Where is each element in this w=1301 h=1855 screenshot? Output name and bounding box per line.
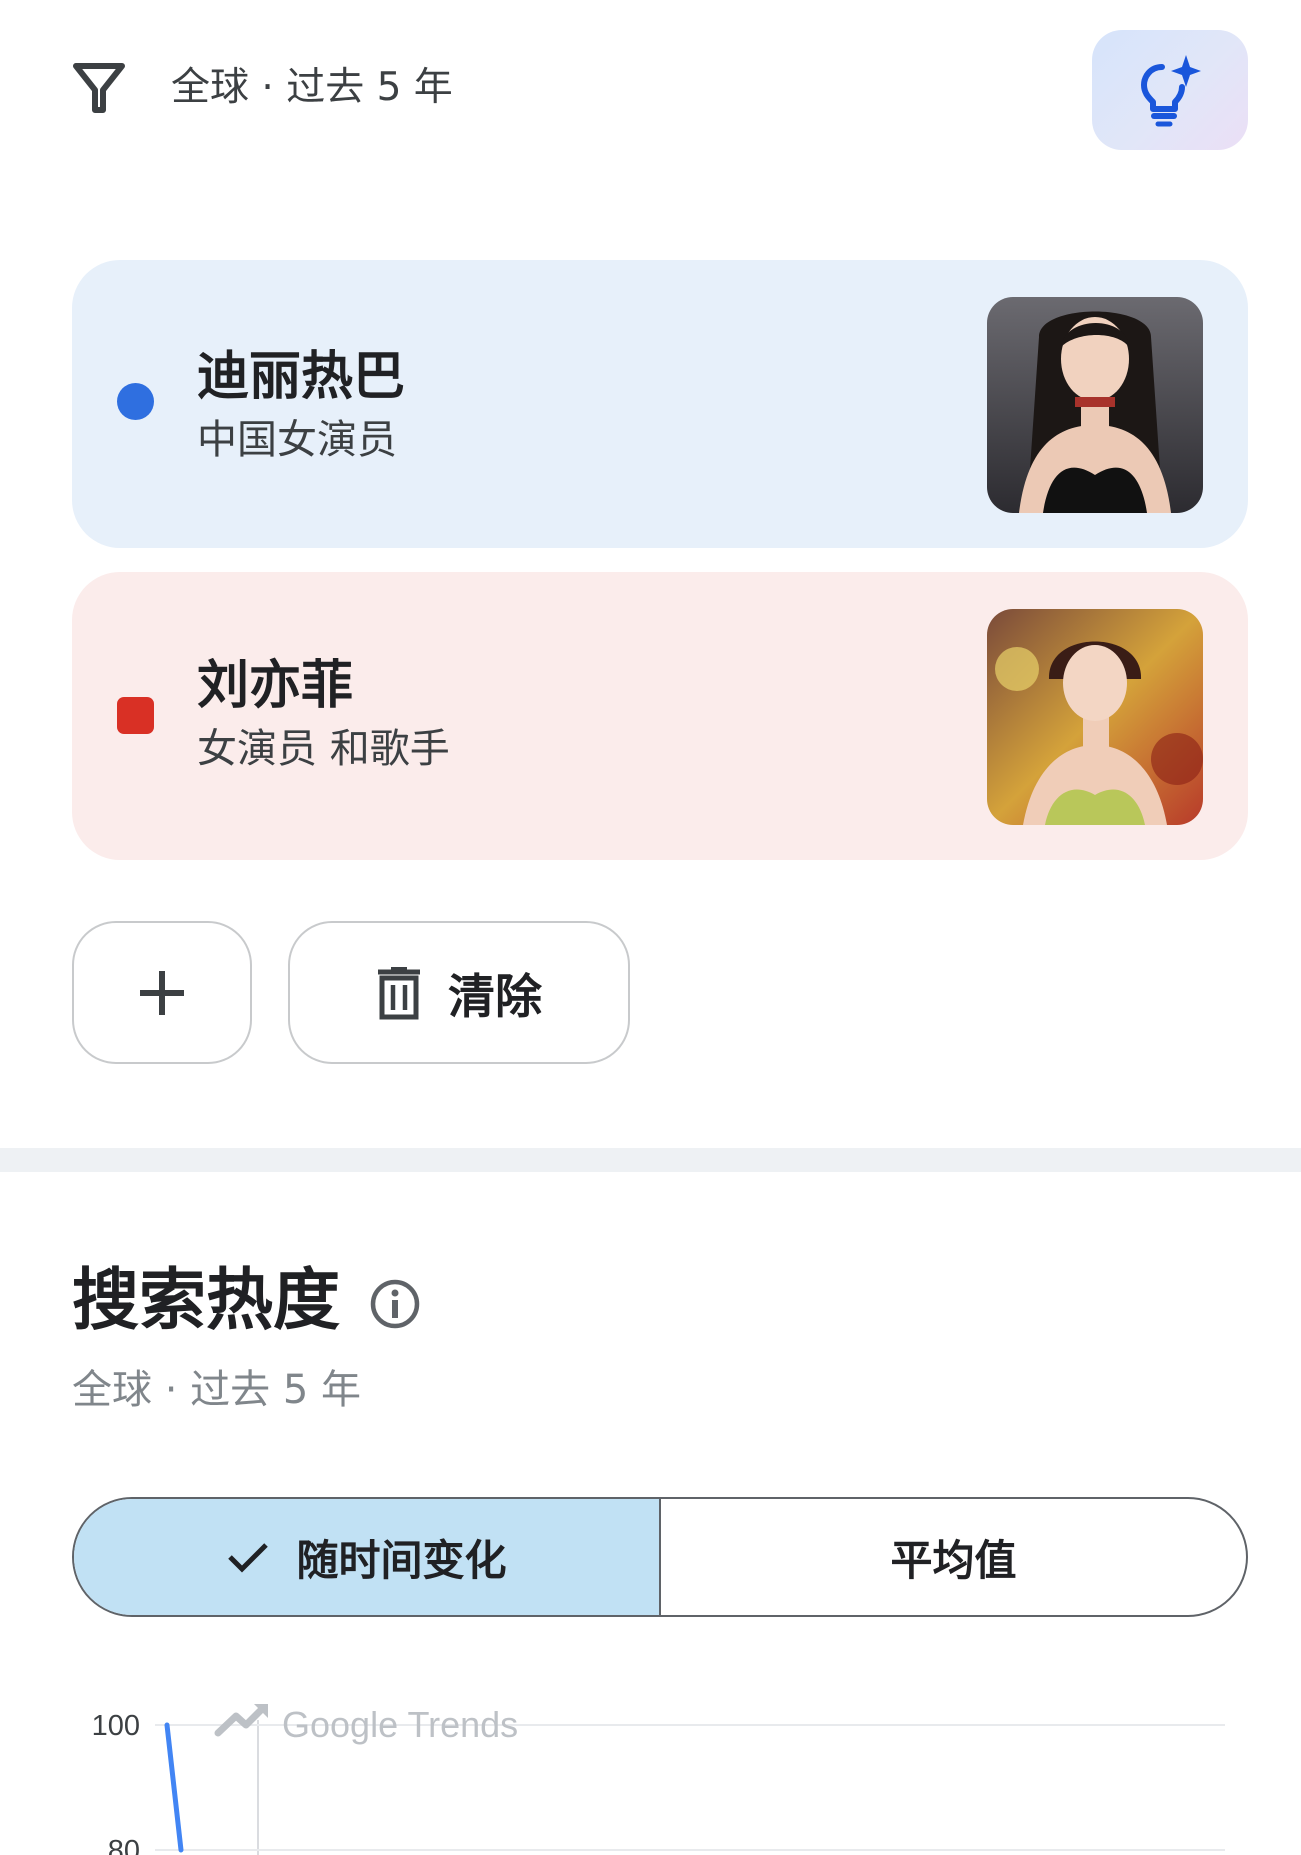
y-tick-label: 80 xyxy=(108,1835,140,1855)
term-title: 刘亦菲 xyxy=(197,656,354,716)
term-subtitle: 女演员 和歌手 xyxy=(197,726,450,772)
trend-chart: Google Trends 100 80 xyxy=(92,1704,1225,1855)
toggle-average-label: 平均值 xyxy=(890,1535,1017,1585)
trash-icon xyxy=(378,966,420,1019)
plus-icon xyxy=(140,970,184,1015)
section-divider xyxy=(0,1148,1301,1172)
trend-arrow-icon xyxy=(214,1705,266,1737)
section-title: 搜索热度 xyxy=(72,1261,340,1339)
ai-insights-button[interactable] xyxy=(1092,30,1248,150)
series-marker-red xyxy=(117,697,154,734)
toggle-over-time[interactable]: 随时间变化 xyxy=(74,1499,661,1615)
watermark-text: Google Trends xyxy=(282,1704,518,1745)
series-marker-blue xyxy=(117,383,154,420)
term-title: 迪丽热巴 xyxy=(197,347,406,407)
filter-label[interactable]: 全球 · 过去 5 年 xyxy=(171,62,453,114)
clear-button[interactable]: 清除 xyxy=(288,921,630,1064)
view-toggle: 随时间变化 平均值 xyxy=(72,1497,1248,1617)
check-icon xyxy=(228,1543,269,1573)
term-photo-dilraba xyxy=(987,297,1203,513)
lightbulb-sparkle-icon xyxy=(1141,55,1201,127)
toggle-average[interactable]: 平均值 xyxy=(661,1499,1246,1615)
clear-button-label: 清除 xyxy=(448,970,542,1025)
y-tick-label: 100 xyxy=(92,1710,140,1742)
filter-icon[interactable] xyxy=(72,60,126,116)
toggle-over-time-label: 随时间变化 xyxy=(296,1535,507,1585)
term-subtitle: 中国女演员 xyxy=(197,417,397,463)
info-icon[interactable] xyxy=(369,1278,421,1330)
add-term-button[interactable] xyxy=(72,921,252,1064)
term-photo-liu-yifei xyxy=(987,609,1203,825)
series-line-0 xyxy=(164,1722,184,1853)
section-subtitle: 全球 · 过去 5 年 xyxy=(72,1367,362,1413)
